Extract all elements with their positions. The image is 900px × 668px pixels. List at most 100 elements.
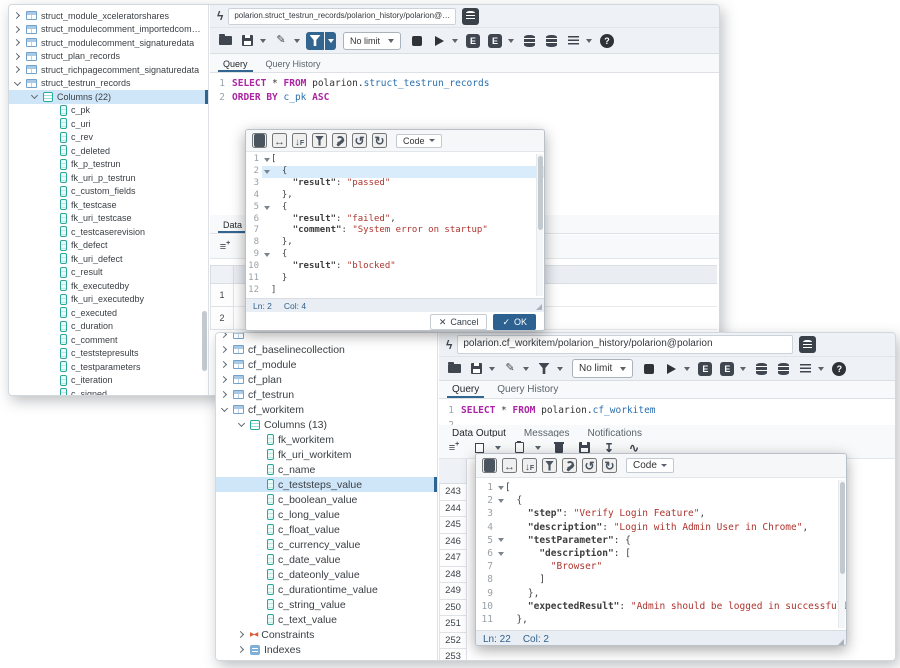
row-number-cell[interactable]: 252 (439, 633, 467, 650)
chevron-right-icon[interactable] (13, 27, 22, 32)
sort-button[interactable] (292, 133, 307, 148)
tree-item-c-comment[interactable]: c_comment (9, 333, 208, 347)
commit-button[interactable] (520, 32, 538, 50)
tree-item-fk-executedby[interactable]: fk_executedby (9, 279, 208, 293)
explain-analyze-options-button[interactable] (737, 360, 748, 378)
macros-button[interactable] (796, 360, 814, 378)
tab-query-history[interactable]: Query History (257, 59, 330, 72)
chevron-right-icon[interactable] (220, 392, 229, 397)
edit-button[interactable] (272, 32, 290, 50)
fold-arrow-icon[interactable] (262, 202, 271, 214)
tree-item-c-name[interactable]: c_name (216, 462, 437, 477)
tree-item-fk-uri-defect[interactable]: fk_uri_defect (9, 252, 208, 266)
row-number-cell[interactable]: 2 (210, 307, 234, 330)
format-button[interactable] (482, 458, 497, 473)
resize-handle-icon[interactable] (536, 304, 542, 310)
chevron-down-icon[interactable] (30, 95, 39, 98)
execute-button[interactable] (662, 360, 680, 378)
tab-query[interactable]: Query (214, 59, 257, 72)
tree-item-columns-22[interactable]: Columns (22) (9, 90, 208, 104)
tree-item-c-long-value[interactable]: c_long_value (216, 507, 437, 522)
add-row-button[interactable] (445, 439, 463, 457)
tree-item-c-text-value[interactable]: c_text_value (216, 612, 437, 627)
json-code-editor[interactable]: 1[2 {3 "result": "passed"4 },5 {6 "resul… (246, 152, 544, 298)
fold-arrow-icon[interactable] (496, 494, 505, 507)
tree-item-struct-module-xceleratorshares[interactable]: struct_module_xceleratorshares (9, 9, 208, 23)
transform-button[interactable] (542, 458, 557, 473)
tree-item-c-string-value[interactable]: c_string_value (216, 597, 437, 612)
transform-button[interactable] (312, 133, 327, 148)
connection-title[interactable]: polarion.struct_testrun_records/polarion… (228, 8, 456, 25)
rollback-button[interactable] (774, 360, 792, 378)
chevron-down-icon[interactable] (220, 408, 229, 411)
edit-button[interactable] (501, 360, 519, 378)
tree-item-c-testparameters[interactable]: c_testparameters (9, 360, 208, 374)
chevron-right-icon[interactable] (13, 40, 22, 45)
chevron-down-icon[interactable] (237, 423, 246, 426)
grid-select-all-cell[interactable] (210, 265, 234, 284)
macros-options-button[interactable] (815, 360, 826, 378)
filter-options-button[interactable] (554, 360, 565, 378)
rollback-button[interactable] (542, 32, 560, 50)
chevron-right-icon[interactable] (220, 377, 229, 382)
fold-arrow-icon[interactable] (262, 154, 271, 166)
explain-analyze-button[interactable] (486, 32, 504, 50)
tree-item-fk-defect[interactable]: fk_defect (9, 239, 208, 253)
row-number-cell[interactable]: 245 (439, 517, 467, 534)
tree-item-fk-uri-executedby[interactable]: fk_uri_executedby (9, 293, 208, 307)
execute-options-button[interactable] (449, 32, 460, 50)
tree-item-c-result[interactable]: c_result (9, 266, 208, 280)
tree-item-c-deleted[interactable]: c_deleted (9, 144, 208, 158)
tree-item-struct-modulecomment-signaturedata[interactable]: struct_modulecomment_signaturedata (9, 36, 208, 50)
tree-item-c-signed[interactable]: c_signed (9, 387, 208, 395)
execute-options-button[interactable] (681, 360, 692, 378)
save-button[interactable] (467, 360, 485, 378)
macros-options-button[interactable] (583, 32, 594, 50)
row-number-cell[interactable]: 243 (439, 484, 467, 501)
row-number-cell[interactable]: 250 (439, 600, 467, 617)
tree-item-c-currency-value[interactable]: c_currency_value (216, 537, 437, 552)
new-connection-button[interactable] (462, 8, 479, 25)
tree-item-c-durationtime-value[interactable]: c_durationtime_value (216, 582, 437, 597)
resize-handle-icon[interactable] (838, 639, 844, 645)
tree-item-fk-uri-p-testrun[interactable]: fk_uri_p_testrun (9, 171, 208, 185)
tree-item-struct-richpagecomment-signaturedata[interactable]: struct_richpagecomment_signaturedata (9, 63, 208, 77)
tree-scrollbar[interactable] (202, 311, 207, 371)
tree-item-c-uri[interactable]: c_uri (9, 117, 208, 131)
commit-button[interactable] (752, 360, 770, 378)
chevron-right-icon[interactable] (13, 54, 22, 59)
tree-item-struct-testrun-records[interactable]: struct_testrun_records (9, 77, 208, 91)
open-file-button[interactable] (445, 360, 463, 378)
row-number-cell[interactable]: 1 (210, 284, 234, 307)
edit-options-button[interactable] (520, 360, 531, 378)
edit-options-button[interactable] (291, 32, 302, 50)
macros-button[interactable] (564, 32, 582, 50)
row-number-cell[interactable]: 249 (439, 583, 467, 600)
undo-button[interactable] (352, 133, 367, 148)
tree-item-c-testcaserevision[interactable]: c_testcaserevision (9, 225, 208, 239)
fold-arrow-icon[interactable] (496, 481, 505, 494)
sql-editor[interactable]: 1SELECT * FROM polarion.cf_workitem2 (439, 399, 895, 425)
tree-item-c-iteration[interactable]: c_iteration (9, 374, 208, 388)
tree-item-c-teststeps-value[interactable]: c_teststeps_value (216, 477, 437, 492)
chevron-right-icon[interactable] (237, 632, 246, 637)
row-number-cell[interactable]: 246 (439, 534, 467, 551)
tree-item-struct-modulecomment-importedcomment[interactable]: struct_modulecomment_importedcomment (9, 23, 208, 37)
filter-button[interactable] (535, 360, 553, 378)
tree-item-constraints[interactable]: Constraints (216, 627, 437, 642)
row-number-cell[interactable]: 253 (439, 649, 467, 661)
tab-query[interactable]: Query (443, 384, 488, 398)
tree-item-cf-baselinecollection[interactable]: cf_baselinecollection (216, 342, 437, 357)
explain-button[interactable] (464, 32, 482, 50)
fold-arrow-icon[interactable] (262, 166, 271, 178)
tree-item-c-date-value[interactable]: c_date_value (216, 552, 437, 567)
tree-item-struct-plan-records[interactable]: struct_plan_records (9, 50, 208, 64)
explain-analyze-button[interactable] (718, 360, 736, 378)
tree-item-c-executed[interactable]: c_executed (9, 306, 208, 320)
tree-item-fk-uri-testcase[interactable]: fk_uri_testcase (9, 212, 208, 226)
tree-item-c-rev[interactable]: c_rev (9, 131, 208, 145)
chevron-right-icon[interactable] (13, 13, 22, 18)
tree-item-cf-module[interactable]: cf_module (216, 357, 437, 372)
json-editor-scrollbar[interactable] (536, 154, 543, 296)
grid-select-all-cell[interactable] (439, 459, 467, 484)
